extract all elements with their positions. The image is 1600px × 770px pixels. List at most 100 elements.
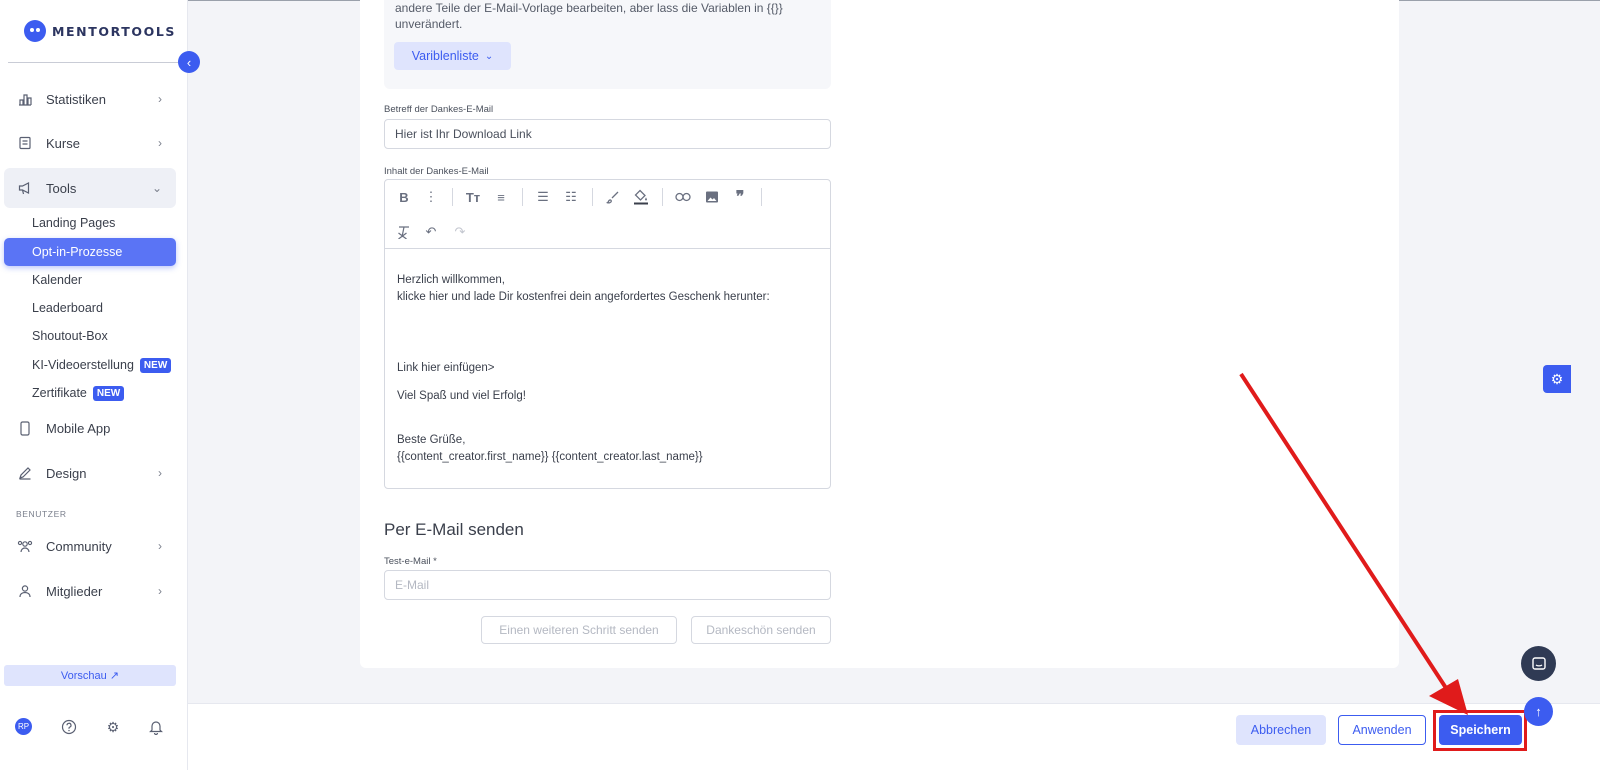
chat-icon[interactable]: [1521, 646, 1556, 681]
content-label: Inhalt der Dankes-E-Mail: [384, 166, 489, 177]
bell-icon[interactable]: [147, 718, 165, 736]
subject-input[interactable]: Hier ist Ihr Download Link: [384, 119, 831, 149]
scroll-to-top-icon[interactable]: ↑: [1524, 697, 1553, 726]
variables-list-button[interactable]: Variblenliste ⌄: [394, 42, 511, 70]
gear-icon[interactable]: ⚙: [104, 718, 122, 736]
chevron-right-icon: ›: [158, 466, 162, 480]
preview-button[interactable]: Vorschau ↗: [4, 665, 176, 686]
sidebar-item-design[interactable]: Design ›: [4, 453, 176, 493]
apply-button[interactable]: Anwenden: [1338, 715, 1426, 745]
bold-icon[interactable]: B: [395, 188, 413, 206]
new-badge: NEW: [92, 385, 125, 401]
sidebar-item-label: Design: [46, 465, 87, 481]
align-icon[interactable]: ≡: [492, 188, 510, 206]
link-icon[interactable]: [674, 188, 692, 206]
avatar[interactable]: RP: [15, 718, 32, 735]
hint-text: andere Teile der E-Mail-Vorlage bearbeit…: [395, 1, 783, 31]
subitem-label: Zertifikate: [32, 386, 87, 400]
image-icon[interactable]: [703, 188, 721, 206]
quote-icon[interactable]: ❞: [731, 188, 749, 206]
chevron-right-icon: ›: [158, 92, 162, 106]
sidebar: MENTORTOOLS Statistiken › Kurse › Tools …: [0, 0, 188, 770]
chevron-left-icon: ‹: [186, 54, 192, 70]
sidebar-item-label: Statistiken: [46, 91, 106, 107]
editor-line: Link hier einfügen>: [397, 362, 495, 374]
book-icon: [17, 135, 33, 151]
chevron-down-icon: ⌄: [484, 50, 494, 62]
editor-line: {{content_creator.first_name}} {{content…: [397, 451, 703, 463]
sidebar-item-kurse[interactable]: Kurse ›: [4, 123, 176, 163]
send-email-heading: Per E-Mail senden: [384, 520, 524, 539]
send-next-step-button[interactable]: Einen weiteren Schritt senden: [481, 616, 677, 644]
toolbar-divider: [522, 188, 523, 206]
sidebar-item-mobile-app[interactable]: Mobile App: [4, 408, 176, 448]
collapse-sidebar-button[interactable]: ‹: [178, 51, 200, 73]
sidebar-item-label: Kurse: [46, 135, 80, 151]
community-icon: [17, 538, 33, 554]
subitem-label: Leaderboard: [32, 301, 103, 315]
sidebar-subitem-landing-pages[interactable]: Landing Pages: [4, 209, 176, 237]
test-email-input[interactable]: E-Mail: [384, 570, 831, 600]
rich-text-editor[interactable]: B ⋮ Tт ≡ ☰ ☷ ❞ ↶ ↷ Herzlich willkommen, …: [384, 179, 831, 489]
undo-icon[interactable]: ↶: [422, 223, 440, 241]
editor-line: Herzlich willkommen,: [397, 274, 505, 286]
sidebar-subitem-ki-videoerstellung[interactable]: KI-Videoerstellung NEW: [4, 351, 176, 379]
sidebar-item-tools[interactable]: Tools ⌄: [4, 168, 176, 208]
editor-line: Beste Grüße,: [397, 434, 466, 446]
subject-label: Betreff der Dankes-E-Mail: [384, 104, 494, 115]
sidebar-footer: RP ⚙: [0, 718, 188, 740]
fill-color-icon[interactable]: [632, 188, 650, 206]
editor-line: klicke hier und lade Dir kostenfrei dein…: [397, 291, 770, 303]
sidebar-subitem-opt-in-prozesse[interactable]: Opt-in-Prozesse: [4, 238, 176, 266]
chevron-right-icon: ›: [158, 136, 162, 150]
subitem-label: Shoutout-Box: [32, 329, 108, 343]
numbered-list-icon[interactable]: ☷: [562, 188, 580, 206]
font-size-icon[interactable]: Tт: [464, 188, 482, 206]
robot-logo-icon: [24, 20, 46, 42]
chevron-right-icon: ›: [158, 584, 162, 598]
section-label-benutzer: BENUTZER: [16, 509, 67, 519]
cancel-button[interactable]: Abbrechen: [1236, 715, 1326, 745]
settings-gear-icon[interactable]: ⚙: [1543, 365, 1571, 393]
brand-logo[interactable]: MENTORTOOLS: [24, 20, 176, 42]
mobile-icon: [17, 420, 33, 436]
sidebar-item-label: Mobile App: [46, 420, 111, 436]
more-vertical-icon[interactable]: ⋮: [422, 188, 440, 206]
sidebar-item-statistiken[interactable]: Statistiken ›: [4, 79, 176, 119]
subitem-label: Landing Pages: [32, 216, 116, 230]
brush-icon[interactable]: [604, 188, 622, 206]
subitem-label: Opt-in-Prozesse: [32, 245, 123, 259]
toolbar-divider: [761, 188, 762, 206]
toolbar-divider: [662, 188, 663, 206]
redo-icon[interactable]: ↷: [451, 223, 469, 241]
send-thanks-button[interactable]: Dankeschön senden: [691, 616, 831, 644]
subitem-label: Kalender: [32, 273, 83, 287]
sidebar-item-label: Tools: [46, 180, 77, 196]
variables-list-label: Variblenliste: [411, 49, 479, 63]
subject-value: Hier ist Ihr Download Link: [395, 127, 532, 141]
toolbar-divider: [592, 188, 593, 206]
brand-name: MENTORTOOLS: [52, 23, 177, 39]
help-icon[interactable]: [60, 718, 78, 736]
pencil-icon: [17, 465, 33, 481]
megaphone-icon: [17, 180, 33, 196]
sidebar-item-community[interactable]: Community ›: [4, 526, 176, 566]
bar-chart-icon: [17, 91, 33, 107]
divider: [8, 62, 178, 63]
sidebar-subitem-leaderboard[interactable]: Leaderboard: [4, 294, 176, 322]
sidebar-item-mitglieder[interactable]: Mitglieder ›: [4, 571, 176, 611]
sidebar-subitem-kalender[interactable]: Kalender: [4, 266, 176, 294]
test-email-label: Test-e-Mail *: [384, 556, 437, 567]
user-icon: [17, 583, 33, 599]
new-badge: NEW: [139, 357, 172, 373]
clear-format-icon[interactable]: [395, 223, 413, 241]
sidebar-subitem-shoutout-box[interactable]: Shoutout-Box: [4, 322, 176, 350]
test-email-placeholder: E-Mail: [395, 578, 430, 592]
bullet-list-icon[interactable]: ☰: [534, 188, 552, 206]
annotation-highlight-box: [1433, 710, 1527, 751]
chevron-down-icon: ⌄: [151, 181, 162, 195]
sidebar-subitem-zertifikate[interactable]: Zertifikate NEW: [4, 379, 176, 407]
subitem-label: KI-Videoerstellung: [32, 358, 134, 372]
editor-line: Viel Spaß und viel Erfolg!: [397, 390, 526, 402]
editor-toolbar: B ⋮ Tт ≡ ☰ ☷ ❞ ↶ ↷: [385, 180, 830, 249]
